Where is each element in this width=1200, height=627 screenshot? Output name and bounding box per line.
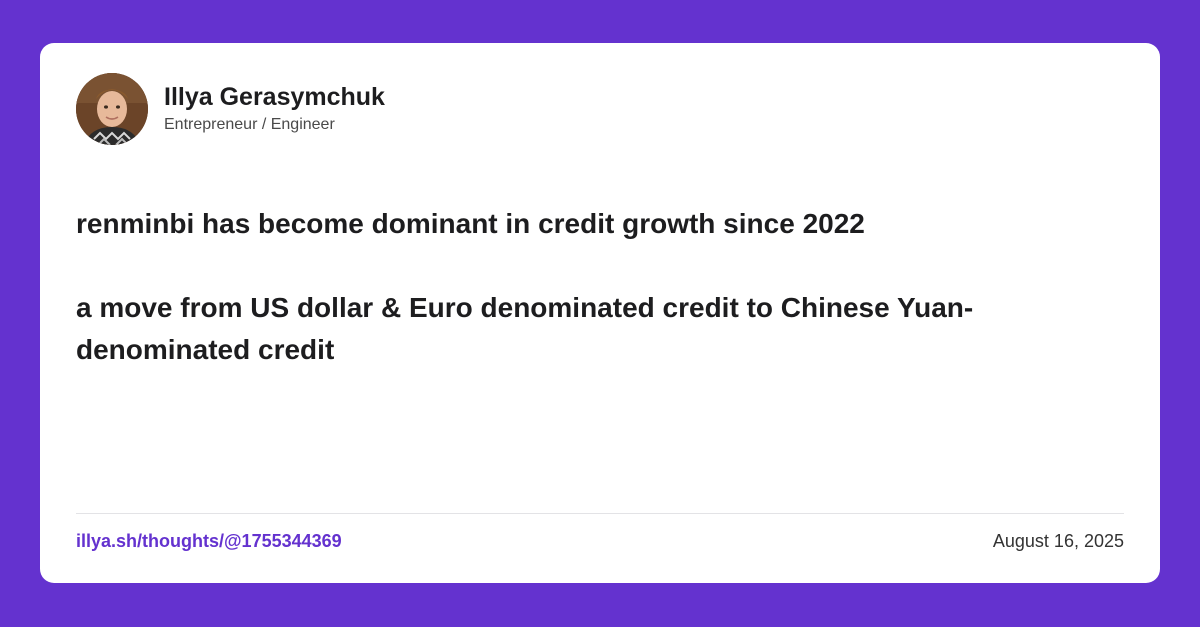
post-body: renminbi has become dominant in credit g… <box>76 203 1076 371</box>
footer-divider <box>76 513 1124 514</box>
author-header: Illya Gerasymchuk Entrepreneur / Enginee… <box>76 73 385 145</box>
author-info: Illya Gerasymchuk Entrepreneur / Enginee… <box>164 82 385 136</box>
author-name: Illya Gerasymchuk <box>164 83 385 111</box>
post-paragraph-1: renminbi has become dominant in credit g… <box>76 208 865 239</box>
post-date: August 16, 2025 <box>992 531 1124 551</box>
avatar-photo-icon <box>76 73 148 145</box>
post-permalink[interactable]: illya.sh/thoughts/@1755344369 <box>76 529 342 553</box>
post-card: Illya Gerasymchuk Entrepreneur / Enginee… <box>40 43 1160 583</box>
author-role: Entrepreneur / Engineer <box>164 116 335 133</box>
post-paragraph-2: a move from US dollar & Euro denominated… <box>76 292 974 365</box>
avatar <box>76 73 148 145</box>
